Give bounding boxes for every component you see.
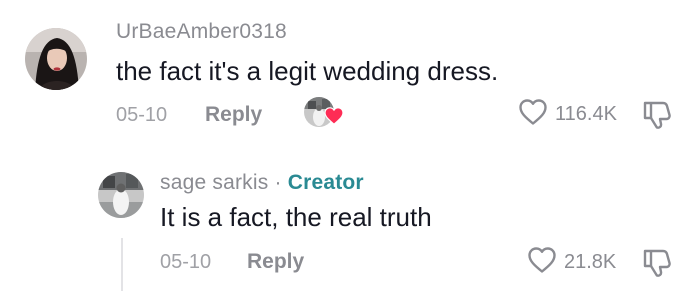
reply-item: sage sarkis · Creator It is a fact, the …: [0, 160, 700, 291]
creator-liked-heart-icon: [324, 107, 344, 130]
like-count: 21.8K: [564, 251, 617, 273]
reply-button[interactable]: Reply: [205, 103, 262, 127]
avatar[interactable]: [98, 172, 144, 218]
like-group: 116.4K: [518, 98, 617, 131]
comment-username[interactable]: UrBaeAmber0318: [116, 20, 287, 44]
heart-outline-icon[interactable]: [527, 246, 557, 279]
heart-outline-icon[interactable]: [518, 98, 548, 131]
avatar[interactable]: [25, 28, 87, 90]
thumbs-down-outline-icon[interactable]: [641, 246, 673, 283]
reply-date: 05-10: [160, 251, 212, 273]
reply-button[interactable]: Reply: [247, 250, 304, 274]
like-group: 21.8K: [527, 246, 616, 279]
reply-text: It is a fact, the real truth: [160, 202, 432, 232]
like-count: 116.4K: [555, 103, 617, 125]
comment-item: UrBaeAmber0318 the fact it's a legit wed…: [0, 0, 700, 150]
thread-line: [121, 238, 123, 291]
thumbs-down-outline-icon[interactable]: [641, 98, 673, 135]
reply-username[interactable]: sage sarkis: [160, 171, 268, 194]
creator-liked-badge: [304, 97, 346, 133]
reply-username-line: sage sarkis · Creator: [160, 171, 364, 195]
creator-badge: Creator: [287, 171, 364, 194]
comment-text: the fact it's a legit wedding dress.: [116, 56, 499, 86]
separator-dot: ·: [274, 171, 282, 194]
comment-date: 05-10: [116, 104, 168, 126]
